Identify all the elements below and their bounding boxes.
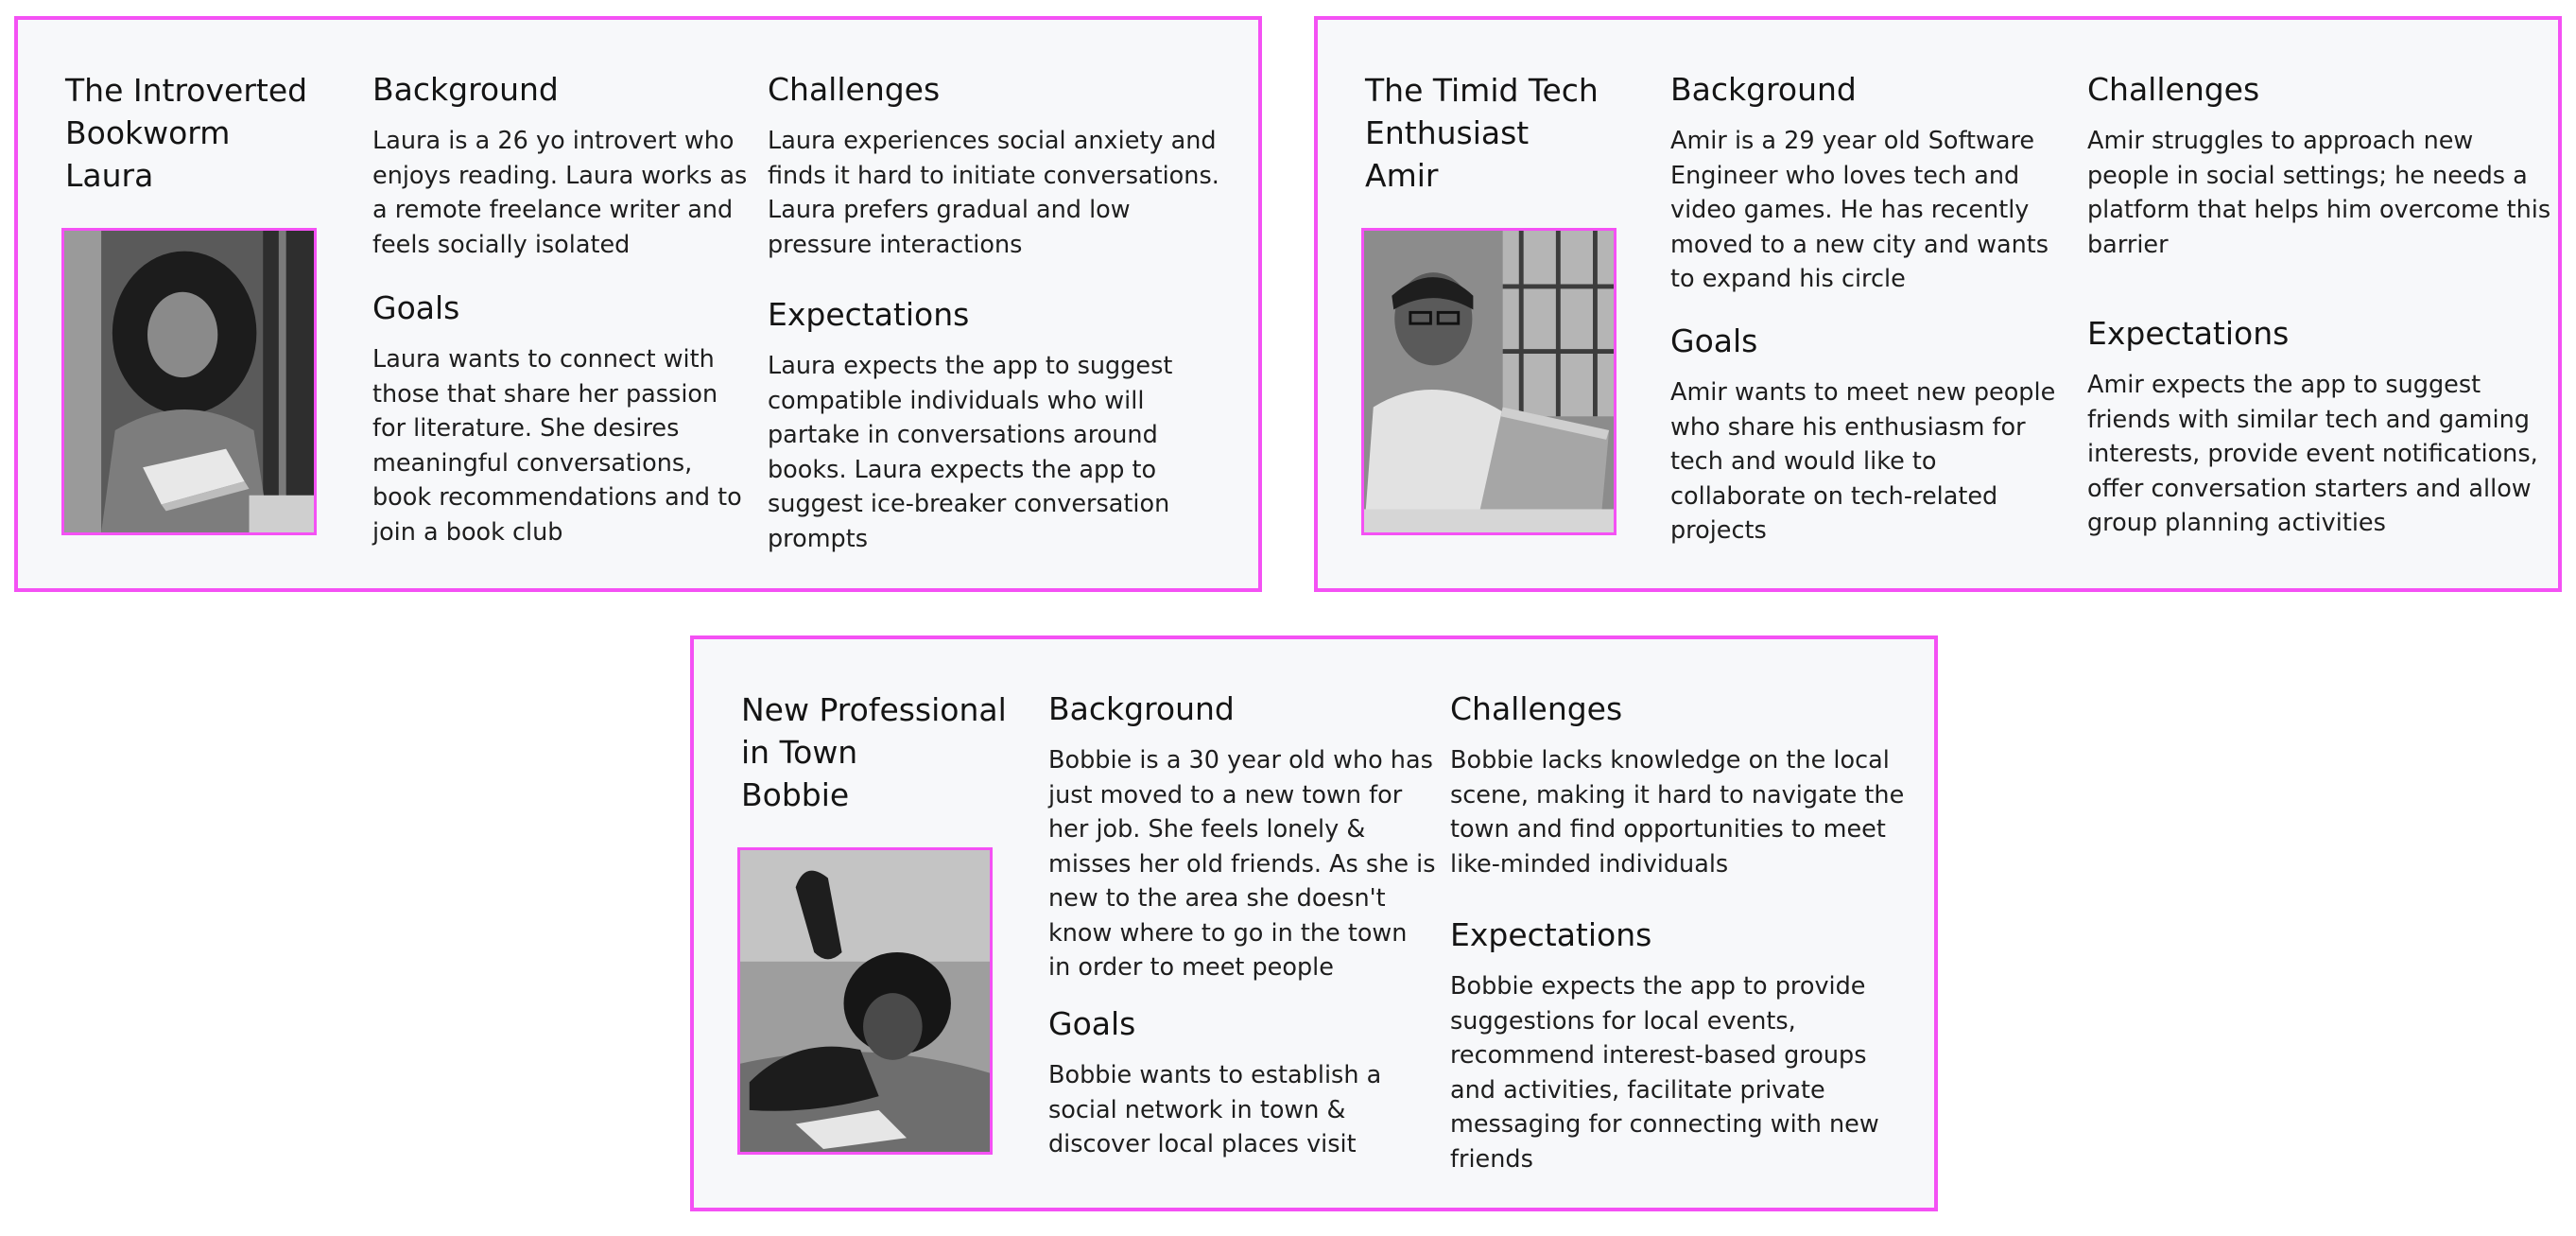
person-reading-photo bbox=[61, 228, 317, 535]
goals-section: Goals Laura wants to connect with those … bbox=[372, 287, 751, 549]
persona-name: Laura bbox=[65, 157, 154, 194]
challenges-heading: Challenges bbox=[1450, 690, 1623, 727]
persona-title: The Timid Tech Enthusiast Amir bbox=[1365, 69, 1649, 197]
goals-heading: Goals bbox=[1670, 322, 1758, 359]
background-text: Amir is a 29 year old Software Engineer … bbox=[1670, 127, 2049, 293]
goals-text: Bobbie wants to establish a social netwo… bbox=[1048, 1061, 1382, 1158]
persona-title: The Introverted Bookworm Laura bbox=[65, 69, 349, 197]
goals-section: Goals Bobbie wants to establish a social… bbox=[1048, 1003, 1436, 1162]
challenges-section: Challenges Laura experiences social anxi… bbox=[768, 69, 1240, 262]
person-laptop-photo-icon bbox=[1364, 231, 1614, 532]
expectations-text: Bobbie expects the app to provide sugges… bbox=[1450, 972, 1879, 1174]
challenges-section: Challenges Amir struggles to approach ne… bbox=[2087, 69, 2560, 262]
background-section: Background Laura is a 26 yo introvert wh… bbox=[372, 69, 751, 262]
background-section: Background Bobbie is a 30 year old who h… bbox=[1048, 688, 1436, 985]
person-lying-reading-photo-icon bbox=[740, 850, 990, 1152]
background-text: Laura is a 26 yo introvert who enjoys re… bbox=[372, 127, 748, 259]
background-heading: Background bbox=[1048, 690, 1235, 727]
challenges-heading: Challenges bbox=[768, 71, 941, 108]
persona-title: New Professional in Town Bobbie bbox=[741, 688, 1025, 816]
persona-title-text: The Introverted Bookworm bbox=[65, 72, 308, 151]
expectations-section: Expectations Bobbie expects the app to p… bbox=[1450, 914, 1904, 1176]
person-laptop-photo bbox=[1361, 228, 1616, 535]
background-heading: Background bbox=[372, 71, 559, 108]
goals-text: Laura wants to connect with those that s… bbox=[372, 345, 742, 547]
persona-card-amir: The Timid Tech Enthusiast Amir Backgroun… bbox=[1314, 16, 2562, 592]
challenges-text: Bobbie lacks knowledge on the local scen… bbox=[1450, 746, 1905, 879]
persona-card-bobbie: New Professional in Town Bobbie Backgrou… bbox=[690, 635, 1938, 1211]
person-reading-photo-icon bbox=[64, 231, 314, 532]
persona-title-text: The Timid Tech Enthusiast bbox=[1365, 72, 1599, 151]
background-text: Bobbie is a 30 year old who has just mov… bbox=[1048, 746, 1436, 982]
background-heading: Background bbox=[1670, 71, 1857, 108]
person-lying-reading-photo bbox=[737, 847, 993, 1155]
expectations-text: Laura expects the app to suggest compati… bbox=[768, 352, 1173, 553]
expectations-heading: Expectations bbox=[2087, 315, 2290, 352]
expectations-section: Expectations Amir expects the app to sug… bbox=[2087, 313, 2560, 541]
expectations-section: Expectations Laura expects the app to su… bbox=[768, 294, 1212, 556]
background-section: Background Amir is a 29 year old Softwar… bbox=[1670, 69, 2067, 297]
persona-title-text: New Professional in Town bbox=[741, 691, 1007, 771]
persona-name: Bobbie bbox=[741, 776, 850, 813]
challenges-heading: Challenges bbox=[2087, 71, 2260, 108]
persona-card-laura: The Introverted Bookworm Laura Backgroun… bbox=[14, 16, 1262, 592]
challenges-text: Amir struggles to approach new people in… bbox=[2087, 127, 2551, 259]
goals-text: Amir wants to meet new people who share … bbox=[1670, 378, 2056, 545]
expectations-heading: Expectations bbox=[1450, 916, 1652, 953]
persona-name: Amir bbox=[1365, 157, 1439, 194]
challenges-text: Laura experiences social anxiety and fin… bbox=[768, 127, 1219, 259]
goals-section: Goals Amir wants to meet new people who … bbox=[1670, 321, 2067, 548]
goals-heading: Goals bbox=[372, 289, 460, 326]
expectations-heading: Expectations bbox=[768, 296, 970, 333]
goals-heading: Goals bbox=[1048, 1005, 1136, 1042]
expectations-text: Amir expects the app to suggest friends … bbox=[2087, 371, 2538, 537]
challenges-section: Challenges Bobbie lacks knowledge on the… bbox=[1450, 688, 1923, 881]
